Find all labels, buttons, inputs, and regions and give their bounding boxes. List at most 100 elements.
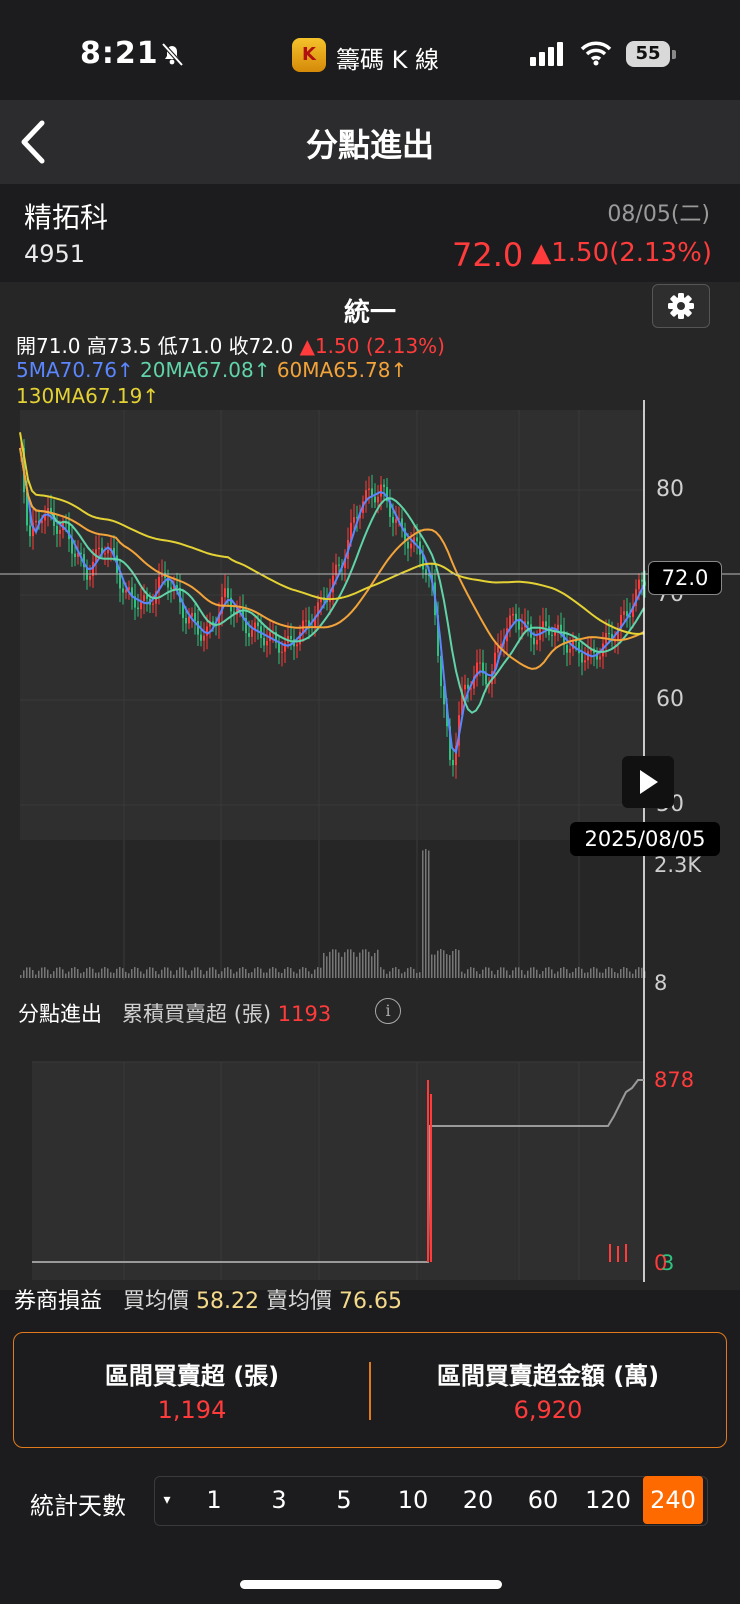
stock-change: ▲1.50(2.13%): [531, 238, 712, 268]
candle-body: [305, 620, 307, 622]
candle-body: [521, 627, 523, 630]
volume-bar: [377, 949, 379, 978]
volume-bar: [206, 970, 208, 978]
settings-button[interactable]: [652, 284, 710, 328]
volume-bar: [638, 967, 640, 978]
volume-bar: [134, 967, 136, 978]
days-option-240[interactable]: 240: [643, 1476, 703, 1524]
bell-slash-icon: [161, 42, 184, 67]
low-label: 低: [157, 334, 178, 358]
volume-bar: [215, 969, 217, 978]
info-icon[interactable]: i: [375, 998, 401, 1024]
high-label: 高: [86, 334, 107, 358]
volume-bar: [77, 969, 79, 978]
volume-bar: [260, 968, 262, 978]
volume-bar: [230, 969, 232, 978]
volume-bar: [146, 969, 148, 978]
volume-bar: [218, 973, 220, 978]
interval-amount-label: 區間買賣超金額 (萬): [436, 1362, 660, 1390]
days-dropdown-button[interactable]: ▾: [158, 1476, 176, 1524]
candle-body: [257, 622, 259, 627]
days-option-1[interactable]: 1: [190, 1476, 238, 1524]
volume-bar: [35, 974, 37, 978]
volume-bar: [542, 971, 544, 978]
volume-bar: [350, 949, 352, 978]
sub-chart-title: 分點進出: [18, 1002, 102, 1026]
candle-body: [143, 595, 145, 601]
sub-metric-value: 1193: [277, 1002, 332, 1026]
volume-bar: [83, 971, 85, 978]
volume-bar: [104, 967, 106, 978]
candle-body: [98, 547, 100, 550]
volume-bar: [503, 967, 505, 978]
volume-bar: [89, 967, 91, 978]
volume-bar: [359, 952, 361, 978]
interval-net-label: 區間買賣超 (張): [104, 1362, 280, 1390]
volume-bar: [491, 970, 493, 978]
candle-body: [197, 621, 199, 635]
net-axis-bottom-green: 3: [661, 1251, 674, 1275]
volume-bar: [440, 949, 442, 978]
volume-bar: [455, 949, 457, 978]
candle-body: [353, 517, 355, 523]
volume-bar: [518, 967, 520, 978]
volume-bar: [506, 970, 508, 978]
days-option-20[interactable]: 20: [450, 1476, 506, 1524]
buy-avg-label: 買均價: [123, 1289, 190, 1314]
volume-bar: [152, 967, 154, 978]
candle-body: [35, 520, 37, 523]
days-option-10[interactable]: 10: [385, 1476, 441, 1524]
high-value: 73.5: [106, 334, 152, 358]
volume-bar: [251, 972, 253, 978]
volume-bar: [65, 973, 67, 978]
volume-bar: [551, 969, 553, 978]
candle-body: [368, 488, 370, 491]
candle-body: [560, 624, 562, 632]
days-option-60[interactable]: 60: [515, 1476, 571, 1524]
volume-bar: [272, 967, 274, 978]
candle-body: [137, 607, 139, 610]
days-option-5[interactable]: 5: [320, 1476, 368, 1524]
volume-bar: [254, 968, 256, 978]
volume-bar: [524, 974, 526, 978]
volume-bar: [641, 967, 643, 978]
sell-avg-value: 76.65: [339, 1289, 402, 1314]
days-option-120[interactable]: 120: [580, 1476, 636, 1524]
volume-bar: [212, 967, 214, 978]
volume-axis-max: 2.3K: [654, 853, 702, 877]
volume-bar: [125, 971, 127, 978]
volume-bar: [170, 970, 172, 978]
volume-bar: [74, 967, 76, 978]
volume-bar: [248, 973, 250, 978]
volume-bar: [434, 954, 436, 978]
volume-bar: [452, 950, 454, 978]
volume-bar: [200, 969, 202, 978]
volume-bar: [23, 970, 25, 978]
volume-bar: [257, 967, 259, 978]
volume-bar: [275, 968, 277, 978]
days-option-3[interactable]: 3: [255, 1476, 303, 1524]
candle-body: [59, 529, 61, 534]
volume-bar: [569, 973, 571, 978]
volume-bar: [617, 973, 619, 978]
sub-metric-label: 累積買賣超 (張): [122, 1002, 272, 1026]
home-indicator: [240, 1580, 502, 1589]
volume-bar: [545, 967, 547, 978]
volume-bar: [20, 975, 22, 978]
ma60-legend: 60MA65.78↑: [276, 358, 408, 382]
volume-bar: [167, 967, 169, 978]
candle-body: [251, 629, 253, 637]
volume-bar: [107, 968, 109, 978]
volume-bar: [173, 974, 175, 978]
broker-label: 券商損益: [14, 1289, 103, 1314]
volume-bar: [227, 967, 229, 978]
volume-bar: [443, 950, 445, 978]
volume-bar: [320, 967, 322, 978]
candle-body: [416, 537, 418, 542]
volume-bar: [341, 956, 343, 978]
volume-bar: [44, 967, 46, 978]
volume-bar: [122, 968, 124, 978]
volume-bar: [38, 970, 40, 978]
play-button[interactable]: [622, 756, 674, 808]
candle-body: [584, 660, 586, 663]
